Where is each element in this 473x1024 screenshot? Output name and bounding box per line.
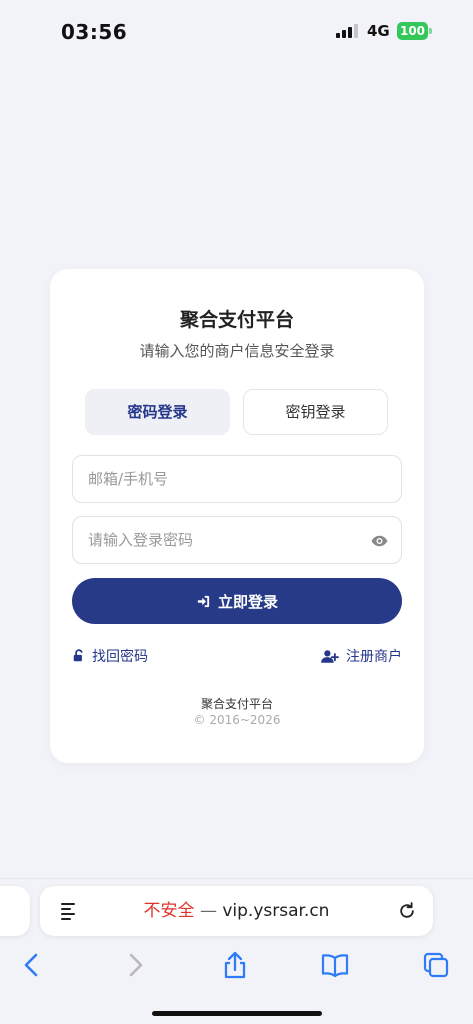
not-secure-label: 不安全 [143, 901, 195, 921]
chevron-left-icon[interactable] [16, 949, 48, 981]
chevron-right-icon[interactable] [119, 949, 151, 981]
email-phone-field-wrapper [72, 455, 402, 503]
cellular-signal-icon [336, 24, 360, 38]
safari-toolbar [0, 949, 473, 985]
login-card: 聚合支付平台 请输入您的商户信息安全登录 密码登录 密钥登录 立即登录 找回密码 [50, 269, 424, 763]
url-display: 不安全 — vip.ysrsar.cn [40, 886, 433, 936]
share-icon[interactable] [219, 949, 251, 981]
login-button[interactable]: 立即登录 [72, 578, 402, 624]
footer-platform-name: 聚合支付平台 [200, 697, 273, 711]
login-button-label: 立即登录 [217, 593, 278, 611]
password-input[interactable] [73, 517, 401, 563]
forgot-password-label: 找回密码 [92, 649, 148, 665]
register-merchant-label: 注册商户 [346, 649, 402, 665]
tab-password-login[interactable]: 密码登录 [85, 389, 230, 435]
home-indicator [152, 1011, 322, 1016]
previous-tab-preview[interactable] [0, 886, 30, 936]
eye-icon[interactable] [370, 532, 389, 550]
register-merchant-link[interactable]: 注册商户 [321, 646, 402, 666]
url-domain: vip.ysrsar.cn [222, 901, 330, 921]
forgot-password-link[interactable]: 找回密码 [72, 646, 148, 666]
network-type: 4G [367, 22, 390, 40]
battery-cap [429, 28, 432, 34]
unlock-icon [73, 649, 83, 662]
book-icon[interactable] [319, 949, 351, 981]
reload-icon[interactable] [397, 900, 417, 922]
user-plus-icon [321, 649, 339, 663]
status-bar: 03:56 4G 100 [0, 0, 473, 62]
tabs-icon[interactable] [420, 949, 452, 981]
password-field-wrapper [72, 516, 402, 564]
email-phone-input[interactable] [73, 456, 401, 502]
page-subtitle: 请输入您的商户信息安全登录 [139, 342, 335, 360]
page-title: 聚合支付平台 [179, 309, 294, 331]
sign-in-icon [197, 595, 210, 607]
browser-bottom-bar: 不安全 — vip.ysrsar.cn [0, 878, 473, 1024]
battery-indicator: 100 [397, 22, 428, 40]
tab-key-login[interactable]: 密钥登录 [243, 389, 388, 435]
address-bar[interactable]: 不安全 — vip.ysrsar.cn [40, 886, 433, 936]
url-separator: — [199, 901, 217, 921]
footer-copyright: © 2016~2026 [193, 713, 281, 727]
status-time: 03:56 [61, 20, 128, 44]
